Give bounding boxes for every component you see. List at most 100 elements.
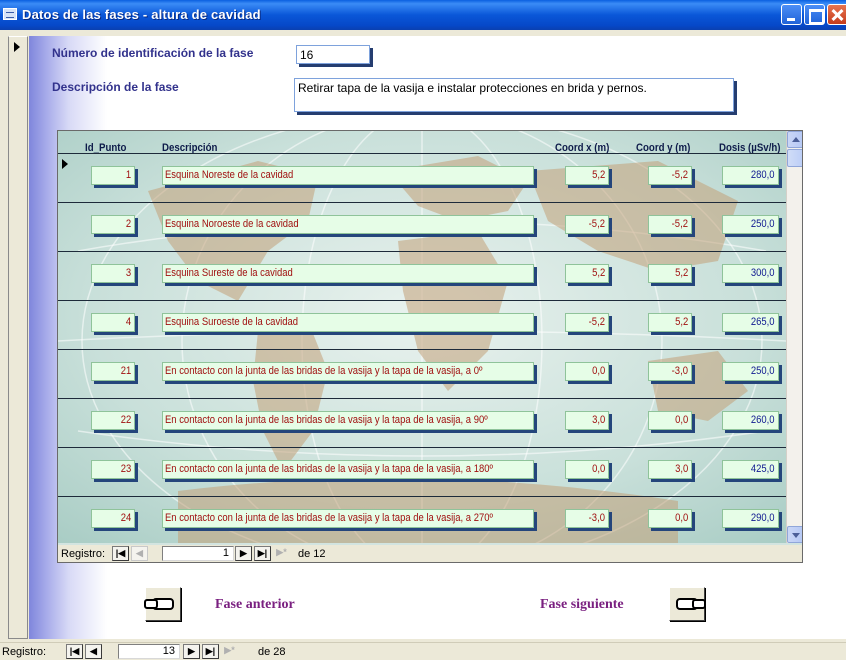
cell-dosis-text: 250,0: [751, 218, 775, 230]
cell-id-punto-text: 24: [120, 512, 131, 524]
main-next-record-icon[interactable]: ▶: [183, 644, 200, 659]
cell-descripcion[interactable]: Esquina Sureste de la cavidad: [162, 264, 534, 283]
cell-id-punto-text: 4: [125, 316, 131, 328]
cell-descripcion-text: Esquina Sureste de la cavidad: [165, 267, 293, 279]
cell-dosis[interactable]: 280,0: [722, 166, 779, 185]
current-row-arrow-icon: [62, 159, 68, 169]
cell-coord-x[interactable]: -5,2: [565, 215, 609, 234]
cell-id-punto[interactable]: 22: [91, 411, 135, 430]
row-separator: [58, 447, 786, 448]
cell-descripcion-text: Esquina Suroeste de la cavidad: [165, 316, 299, 328]
cell-id-punto[interactable]: 3: [91, 264, 135, 283]
first-record-icon[interactable]: |◀: [112, 546, 129, 561]
cell-id-punto-text: 22: [120, 414, 131, 426]
cell-coord-x-text: 0,0: [591, 463, 605, 475]
cell-dosis[interactable]: 260,0: [722, 411, 779, 430]
main-last-record-icon[interactable]: ▶|: [202, 644, 219, 659]
cell-dosis[interactable]: 300,0: [722, 264, 779, 283]
cell-coord-y[interactable]: 5,2: [648, 264, 692, 283]
hand-pointing-right-icon: [676, 598, 706, 610]
cell-descripcion[interactable]: En contacto con la junta de las bridas d…: [162, 362, 534, 381]
cell-coord-x[interactable]: 0,0: [565, 362, 609, 381]
title-bar: Datos de las fases - altura de cavidad: [0, 0, 846, 30]
record-selector[interactable]: [8, 36, 28, 639]
close-button[interactable]: [827, 4, 846, 25]
main-record-count: de 28: [258, 646, 286, 658]
subform-navigation: Registro: |◀ ◀ 1 ▶ ▶| ▶* de 12: [58, 545, 802, 562]
cell-coord-y[interactable]: 0,0: [648, 411, 692, 430]
cell-id-punto[interactable]: 24: [91, 509, 135, 528]
subform-record-count: de 12: [298, 548, 326, 560]
cell-id-punto-text: 3: [125, 267, 131, 279]
cell-coord-y-text: -5,2: [671, 169, 688, 181]
previous-record-icon[interactable]: ◀: [131, 546, 148, 561]
cell-dosis-text: 280,0: [751, 169, 775, 181]
cell-dosis[interactable]: 290,0: [722, 509, 779, 528]
new-record-icon[interactable]: ▶*: [273, 546, 290, 561]
next-phase-label[interactable]: Fase siguiente: [540, 597, 624, 613]
cell-descripcion[interactable]: En contacto con la junta de las bridas d…: [162, 411, 534, 430]
subform-record-number[interactable]: 1: [162, 546, 234, 561]
main-first-record-icon[interactable]: |◀: [66, 644, 83, 659]
cell-dosis[interactable]: 265,0: [722, 313, 779, 332]
cell-coord-x-text: -5,2: [588, 316, 605, 328]
previous-phase-label[interactable]: Fase anterior: [215, 597, 295, 613]
cell-coord-y[interactable]: 3,0: [648, 460, 692, 479]
next-record-icon[interactable]: ▶: [235, 546, 252, 561]
cell-coord-x[interactable]: 5,2: [565, 166, 609, 185]
cell-id-punto[interactable]: 21: [91, 362, 135, 381]
last-record-icon[interactable]: ▶|: [254, 546, 271, 561]
main-nav-label: Registro:: [2, 646, 47, 658]
cell-coord-y[interactable]: -5,2: [648, 215, 692, 234]
phase-id-field[interactable]: 16: [296, 45, 370, 64]
cell-descripcion[interactable]: En contacto con la junta de las bridas d…: [162, 509, 534, 528]
phase-desc-field[interactable]: Retirar tapa de la vasija e instalar pro…: [294, 78, 734, 112]
cell-coord-y-text: 0,0: [674, 414, 688, 426]
cell-coord-x-text: 0,0: [591, 365, 605, 377]
cell-coord-x[interactable]: -3,0: [565, 509, 609, 528]
cell-descripcion-text: En contacto con la junta de las bridas d…: [165, 414, 488, 426]
cell-coord-x-text: 5,2: [591, 169, 605, 181]
cell-descripcion[interactable]: Esquina Suroeste de la cavidad: [162, 313, 534, 332]
row-separator: [58, 251, 786, 252]
cell-id-punto[interactable]: 23: [91, 460, 135, 479]
cell-coord-x-text: 5,2: [591, 267, 605, 279]
cell-id-punto-text: 2: [125, 218, 131, 230]
main-previous-record-icon[interactable]: ◀: [85, 644, 102, 659]
main-new-record-icon[interactable]: ▶*: [221, 644, 238, 659]
cell-descripcion[interactable]: En contacto con la junta de las bridas d…: [162, 460, 534, 479]
cell-coord-x[interactable]: 0,0: [565, 460, 609, 479]
cell-coord-x[interactable]: 5,2: [565, 264, 609, 283]
previous-phase-button[interactable]: [144, 587, 181, 621]
cell-coord-y[interactable]: 5,2: [648, 313, 692, 332]
cell-coord-x[interactable]: -5,2: [565, 313, 609, 332]
current-record-arrow-icon: [14, 42, 20, 52]
points-subform: Id_Punto Descripción Coord x (m) Coord y…: [57, 130, 803, 563]
scroll-up-icon[interactable]: [787, 131, 802, 148]
cell-coord-x-text: 3,0: [591, 414, 605, 426]
main-record-number[interactable]: 13: [118, 644, 180, 659]
cell-descripcion-text: En contacto con la junta de las bridas d…: [165, 463, 493, 475]
subform-nav-label: Registro:: [61, 548, 106, 560]
vertical-scrollbar[interactable]: [786, 131, 802, 543]
row-separator: [58, 153, 786, 154]
cell-dosis[interactable]: 425,0: [722, 460, 779, 479]
scroll-down-icon[interactable]: [787, 526, 802, 543]
scroll-thumb[interactable]: [787, 149, 802, 167]
cell-descripcion[interactable]: Esquina Noreste de la cavidad: [162, 166, 534, 185]
cell-descripcion[interactable]: Esquina Noroeste de la cavidad: [162, 215, 534, 234]
cell-id-punto[interactable]: 1: [91, 166, 135, 185]
minimize-button[interactable]: [781, 4, 802, 25]
cell-dosis[interactable]: 250,0: [722, 362, 779, 381]
next-phase-button[interactable]: [669, 587, 706, 621]
cell-coord-y[interactable]: 0,0: [648, 509, 692, 528]
cell-id-punto[interactable]: 4: [91, 313, 135, 332]
cell-dosis[interactable]: 250,0: [722, 215, 779, 234]
access-form-icon[interactable]: [3, 8, 17, 20]
cell-coord-y[interactable]: -5,2: [648, 166, 692, 185]
maximize-button[interactable]: [804, 4, 825, 25]
cell-coord-y[interactable]: -3,0: [648, 362, 692, 381]
cell-id-punto[interactable]: 2: [91, 215, 135, 234]
cell-dosis-text: 265,0: [751, 316, 775, 328]
cell-coord-x[interactable]: 3,0: [565, 411, 609, 430]
